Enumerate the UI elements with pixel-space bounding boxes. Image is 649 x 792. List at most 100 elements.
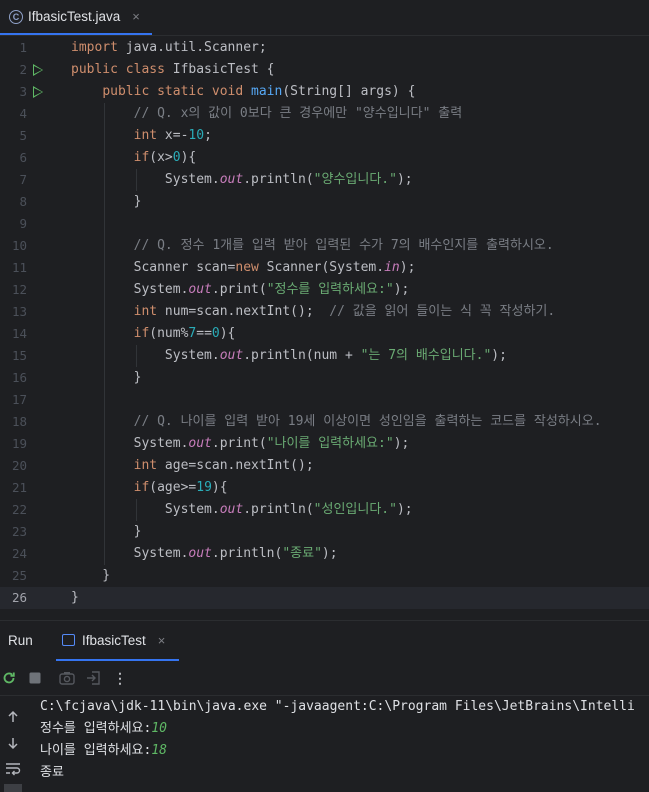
- line-number: 6: [19, 150, 27, 165]
- run-panel-title: Run: [8, 633, 33, 648]
- code-line[interactable]: 20 int age=scan.nextInt();: [0, 455, 649, 477]
- code-line[interactable]: 24 System.out.println("종료");: [0, 543, 649, 565]
- code-line[interactable]: 26}: [0, 587, 649, 609]
- code-line[interactable]: 1 import java.util.Scanner;: [0, 37, 649, 59]
- stop-icon[interactable]: [26, 669, 44, 687]
- code-token: import: [71, 40, 118, 55]
- code-line[interactable]: 25 }: [0, 565, 649, 587]
- console-text: 나이를 입력하세요:: [40, 743, 152, 758]
- soft-wrap-icon[interactable]: [4, 760, 22, 778]
- code-text: }: [71, 587, 79, 609]
- line-number: 12: [11, 282, 27, 297]
- more-icon[interactable]: ⋮: [111, 669, 129, 687]
- code-line[interactable]: 18 // Q. 나이를 입력 받아 19세 이상이면 성인임을 출력하는 코드…: [0, 411, 649, 433]
- code-token: ){: [211, 480, 228, 495]
- rerun-icon[interactable]: [0, 669, 18, 687]
- line-number: 24: [11, 546, 27, 561]
- code-line[interactable]: 17: [0, 389, 649, 411]
- code-line[interactable]: 2 public class IfbasicTest {: [0, 59, 649, 81]
- run-tab-ifbasictest[interactable]: IfbasicTest ×: [56, 621, 179, 661]
- code-line[interactable]: 9: [0, 213, 649, 235]
- code-text: // Q. 나이를 입력 받아 19세 이상이면 성인임을 출력하는 코드를 작…: [71, 411, 602, 433]
- code-token: int: [133, 128, 158, 143]
- code-token: }: [71, 590, 79, 605]
- exit-icon[interactable]: [85, 669, 103, 687]
- code-token: "양수입니다.": [313, 172, 397, 187]
- code-line[interactable]: 6 if(x>0){: [0, 147, 649, 169]
- code-text: System.out.print("나이를 입력하세요:");: [71, 433, 410, 455]
- code-token: // Q. 정수 1개를 입력 받아 입력된 수가 7의 배수인지를 출력하시오…: [71, 238, 554, 253]
- code-token: );: [393, 436, 410, 451]
- console-text: 정수를 입력하세요:: [40, 721, 152, 736]
- line-number: 7: [19, 172, 27, 187]
- editor-tab-ifbasictest[interactable]: C IfbasicTest.java ×: [0, 0, 152, 35]
- code-text: // Q. 정수 1개를 입력 받아 입력된 수가 7의 배수인지를 출력하시오…: [71, 235, 554, 257]
- code-token: ){: [180, 150, 197, 165]
- line-number: 15: [11, 348, 27, 363]
- code-line[interactable]: 15 System.out.println(num + "는 7의 배수입니다.…: [0, 345, 649, 367]
- code-line[interactable]: 7 System.out.println("양수입니다.");: [0, 169, 649, 191]
- code-token: Scanner scan=: [71, 260, 236, 275]
- code-token: if: [133, 480, 150, 495]
- code-line[interactable]: 4 // Q. x의 값이 0보다 큰 경우에만 "양수입니다" 출력: [0, 103, 649, 125]
- close-icon[interactable]: ×: [132, 9, 140, 24]
- code-line[interactable]: 3 public static void main(String[] args)…: [0, 81, 649, 103]
- indent-guide: [104, 103, 105, 565]
- code-text: System.out.println("성인입니다.");: [71, 499, 413, 521]
- code-line[interactable]: 13 int num=scan.nextInt(); // 값을 읽어 들이는 …: [0, 301, 649, 323]
- code-token: (x>: [149, 150, 173, 165]
- run-gutter-icon[interactable]: [33, 86, 43, 98]
- code-line[interactable]: 19 System.out.print("나이를 입력하세요:");: [0, 433, 649, 455]
- line-number: 10: [11, 238, 27, 253]
- code-text: // Q. x의 값이 0보다 큰 경우에만 "양수입니다" 출력: [71, 103, 463, 125]
- code-token: System.: [71, 546, 189, 561]
- line-number: 16: [11, 370, 27, 385]
- camera-icon[interactable]: [58, 669, 76, 687]
- code-line[interactable]: 21 if(age>=19){: [0, 477, 649, 499]
- code-text: int num=scan.nextInt(); // 값을 읽어 들이는 식 꼭…: [71, 301, 556, 323]
- code-line[interactable]: 12 System.out.print("정수를 입력하세요:");: [0, 279, 649, 301]
- line-number: 3: [19, 84, 27, 99]
- run-gutter-icon[interactable]: [33, 64, 43, 76]
- code-token: out: [188, 546, 212, 561]
- scroll-up-icon[interactable]: [4, 708, 22, 726]
- line-number: 25: [11, 568, 27, 583]
- code-token: "성인입니다.": [313, 502, 397, 517]
- line-number: 11: [11, 260, 27, 275]
- code-token: 19: [196, 480, 212, 495]
- code-editor[interactable]: 1 import java.util.Scanner; 2 public class …: [0, 36, 649, 618]
- code-line[interactable]: 5 int x=-10;: [0, 125, 649, 147]
- code-text: }: [71, 191, 142, 213]
- code-line[interactable]: 10 // Q. 정수 1개를 입력 받아 입력된 수가 7의 배수인지를 출력…: [0, 235, 649, 257]
- code-token: Scanner(System.: [258, 260, 385, 275]
- code-token: );: [396, 502, 413, 517]
- close-icon[interactable]: ×: [158, 633, 166, 648]
- code-text: int x=-10;: [71, 125, 212, 147]
- code-token: }: [71, 194, 142, 209]
- code-token: .println(num +: [243, 348, 361, 363]
- scroll-down-icon[interactable]: [4, 734, 22, 752]
- code-token: }: [71, 524, 142, 539]
- code-text: import java.util.Scanner;: [71, 37, 267, 59]
- console-side-toolbar: [0, 696, 28, 792]
- code-line[interactable]: 16 }: [0, 367, 649, 389]
- code-line[interactable]: 22 System.out.println("성인입니다.");: [0, 499, 649, 521]
- code-token: );: [396, 172, 413, 187]
- code-token: if: [133, 326, 150, 341]
- run-toolbar: ⋮: [0, 661, 649, 696]
- code-line[interactable]: 23 }: [0, 521, 649, 543]
- code-text: int age=scan.nextInt();: [71, 455, 314, 477]
- code-text: Scanner scan=new Scanner(System.in);: [71, 257, 416, 279]
- editor-tab-label: IfbasicTest.java: [28, 9, 121, 24]
- line-number: 20: [11, 458, 27, 473]
- code-line[interactable]: 14 if(num%7==0){: [0, 323, 649, 345]
- code-text: if(x>0){: [71, 147, 197, 169]
- code-text: }: [71, 367, 142, 389]
- code-line[interactable]: 8 }: [0, 191, 649, 213]
- line-number: 2: [19, 62, 27, 77]
- code-token: 10: [188, 128, 205, 143]
- code-line[interactable]: 11 Scanner scan=new Scanner(System.in);: [0, 257, 649, 279]
